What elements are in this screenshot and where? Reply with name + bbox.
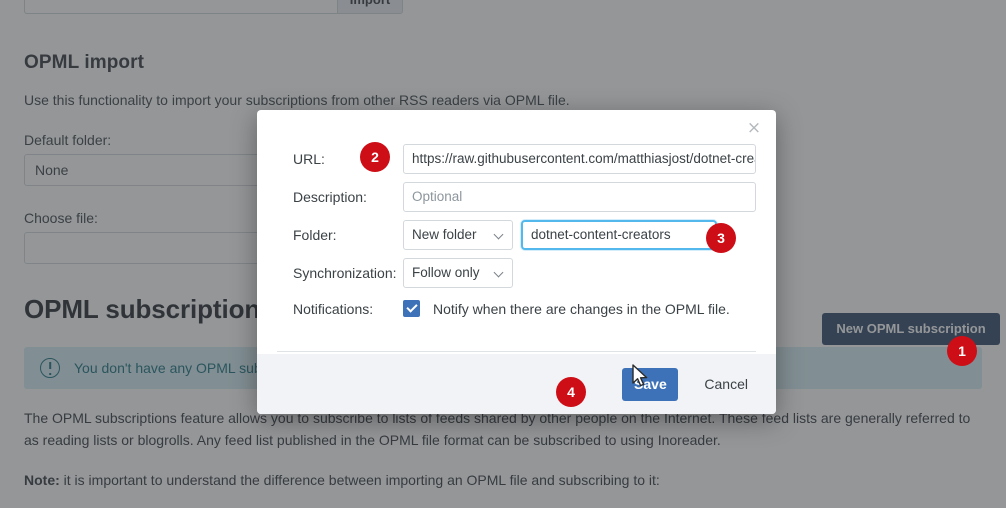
close-icon[interactable]: × <box>745 119 763 137</box>
synchronization-label: Synchronization: <box>293 265 397 281</box>
notifications-checkbox-label: Notify when there are changes in the OPM… <box>433 300 730 317</box>
notifications-checkbox[interactable] <box>403 300 420 317</box>
notifications-row: Notifications: Notify when there are cha… <box>293 300 756 317</box>
chevron-down-icon <box>495 269 504 278</box>
url-input[interactable]: https://raw.githubusercontent.com/matthi… <box>403 144 756 174</box>
folder-select-value: New folder <box>412 227 477 242</box>
notifications-label: Notifications: <box>293 300 374 317</box>
chevron-down-icon <box>495 231 504 240</box>
annotation-badge-4: 4 <box>556 377 586 407</box>
dialog-divider <box>277 351 756 352</box>
dialog-footer: Save Cancel <box>257 354 776 414</box>
description-row: Description: Optional <box>293 182 756 212</box>
folder-select[interactable]: New folder <box>403 220 513 250</box>
folder-row: Folder: New folder dotnet-content-creato… <box>293 220 756 250</box>
synchronization-select[interactable]: Follow only <box>403 258 513 288</box>
annotation-badge-2: 2 <box>360 142 390 172</box>
folder-label: Folder: <box>293 227 337 243</box>
annotation-badge-1: 1 <box>947 336 977 366</box>
save-button[interactable]: Save <box>622 367 679 401</box>
description-label: Description: <box>293 189 367 205</box>
synchronization-row: Synchronization: Follow only <box>293 258 756 288</box>
cancel-button[interactable]: Cancel <box>698 375 754 393</box>
synchronization-select-value: Follow only <box>412 265 480 280</box>
dialog-form: URL: https://raw.githubusercontent.com/m… <box>257 110 776 317</box>
new-opml-subscription-dialog: × URL: https://raw.githubusercontent.com… <box>257 110 776 414</box>
description-input[interactable]: Optional <box>403 182 756 212</box>
annotation-badge-3: 3 <box>706 223 736 253</box>
folder-name-input[interactable]: dotnet-content-creators <box>521 220 717 250</box>
